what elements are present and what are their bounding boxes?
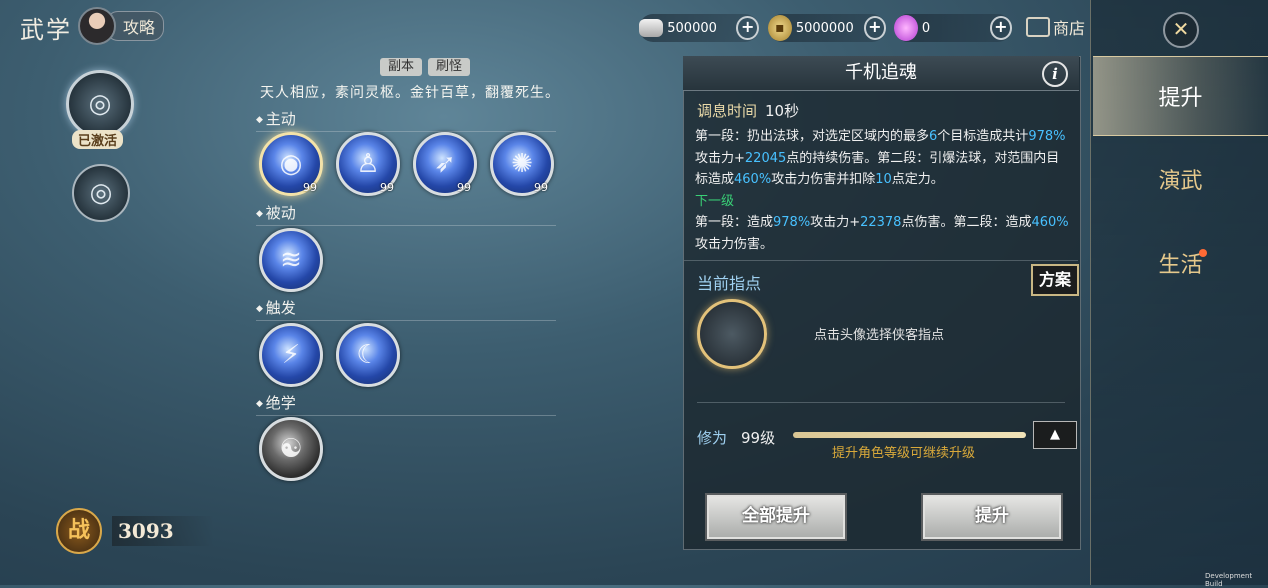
skill-level: 99 [457,181,471,194]
combat-seal-icon: 战 [56,508,102,554]
shop-button[interactable]: 商店 [1026,15,1085,39]
tab-practice-label: 演武 [1158,169,1203,194]
section-active: 主动 [256,108,556,132]
cooldown-row: 调息时间 10秒 [697,100,799,121]
cultivation-progress-bar [793,432,1026,438]
school-skill-active[interactable]: ◎ [66,70,134,138]
skill-level: 99 [303,181,317,194]
dev-build-label: Development Build [1205,572,1253,588]
add-gold-button[interactable]: + [863,16,886,40]
section-trigger: 触发 [256,297,556,321]
currency-gem: 0 + [894,14,1012,42]
currency-gold: ▪ 5000000 + [768,14,886,42]
tag-dungeon: 副本 [380,58,423,76]
skill-slot-locked[interactable]: ☯ [259,417,323,481]
divider [684,260,1078,261]
add-gem-button[interactable]: + [989,16,1012,40]
strategy-guide-button[interactable]: 攻略 [78,6,165,46]
slash-skill-icon: ≋ [280,245,302,275]
info-icon[interactable]: i [1042,61,1068,87]
mentor-hint: 点击头像选择侠客指点 [814,328,945,343]
upgrade-button[interactable]: 提升 [921,493,1063,541]
skill-level: 99 [380,181,394,194]
crescent-skill-icon: ☾ [356,340,380,370]
school-skill-inactive[interactable]: ◎ [72,164,130,222]
shop-icon [1026,17,1050,37]
cultivation-hint: 提升角色等级可继续升级 [832,446,976,461]
skill-tags: 副本 刷怪 [380,58,471,76]
strike-skill-icon: ⚡ [281,340,301,370]
character-portrait-icon [78,7,116,45]
skill-slot[interactable]: ☾ [336,323,400,387]
skill-slot[interactable]: ⚡ [259,323,323,387]
skill-name: 千机追魂 [683,56,1079,91]
currency-silver: 500000 + [639,14,759,42]
guidance-title: 当前指点 [697,274,762,293]
notification-dot [1199,249,1207,257]
tab-upgrade[interactable]: 提升 [1093,56,1268,136]
add-silver-button[interactable]: + [736,16,759,40]
currency-silver-value: 500000 [667,20,717,36]
divider [697,402,1065,403]
plan-button[interactable]: 方案 [1031,264,1079,296]
school-motto: 天人相应，素问灵枢。金针百草，翻覆死生。 [260,85,560,101]
upgrade-arrow-button[interactable]: ▲ [1033,421,1077,449]
currency-gem-value: 0 [921,20,931,36]
shop-label: 商店 [1053,19,1086,38]
gold-coin-icon: ▪ [768,15,792,41]
upgrade-all-button[interactable]: 全部提升 [705,493,847,541]
tab-life-label: 生活 [1158,253,1203,278]
tab-life[interactable]: 生活 [1093,224,1268,302]
tab-practice[interactable]: 演武 [1093,140,1268,218]
page-title: 武学 [20,16,72,44]
cultivation-label: 修为 [697,429,728,447]
activated-badge: 已激活 [72,130,124,149]
silver-ingot-icon [639,19,664,37]
dragon-skill-icon: ☯ [279,434,303,464]
combat-power-value: 3093 [112,516,214,546]
cooldown-label: 调息时间 [697,102,758,120]
tag-farming: 刷怪 [428,58,471,76]
combat-power: 战 3093 [56,508,214,554]
skill-slot[interactable]: ≋ [259,228,323,292]
cooldown-value: 10秒 [765,102,800,120]
currency-gold-value: 5000000 [795,20,854,36]
mentor-avatar-slot[interactable] [697,299,767,369]
section-ultimate: 绝学 [256,392,556,416]
close-button[interactable]: ✕ [1163,12,1199,48]
skill-description: 第一段：扔出法球，对选定区域内的最多6个目标造成共计978%攻击力+22045点… [695,129,1069,252]
swirl-icon: ◎ [88,89,112,119]
swirl-icon: ◎ [89,178,113,208]
purple-gem-icon [894,15,918,41]
skill-level: 99 [534,181,548,194]
section-passive: 被动 [256,202,556,226]
cultivation-progress-fill [793,432,1026,438]
cultivation-level: 99级 [741,429,776,447]
tab-upgrade-label: 提升 [1158,86,1203,111]
next-level-label: 下一级 [695,193,735,209]
